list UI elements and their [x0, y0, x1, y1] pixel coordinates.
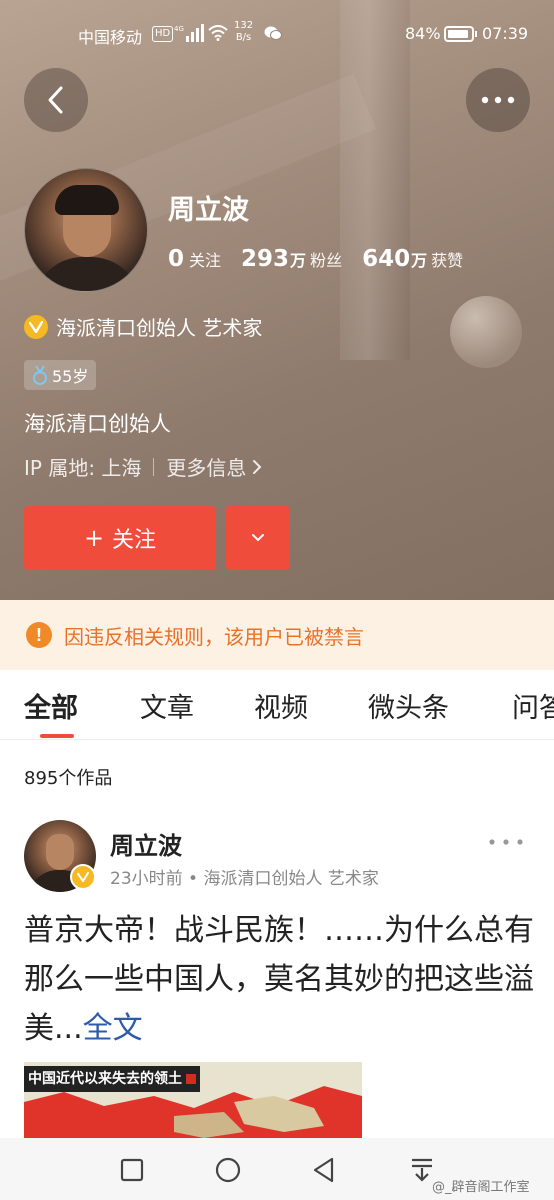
- image-title: 中国近代以来失去的领土: [24, 1066, 200, 1092]
- more-info-label: 更多信息: [166, 456, 247, 480]
- plus-icon: +: [83, 524, 105, 552]
- tab-micro-posts[interactable]: 微头条: [368, 686, 449, 725]
- ip-location-row: IP 属地: 上海 更多信息: [24, 452, 264, 481]
- more-dots-icon: [481, 96, 515, 104]
- chevron-right-icon: [253, 459, 262, 474]
- back-button[interactable]: [24, 68, 88, 132]
- carrier-label: 中国移动: [78, 28, 143, 47]
- watermark: @_辟音阁工作室: [432, 1180, 530, 1195]
- post-more-icon[interactable]: [486, 832, 526, 852]
- ban-notice-text: 因违反相关规则，该用户已被禁言: [64, 624, 364, 649]
- net-speed: 132 B/s: [234, 20, 253, 44]
- more-info-link[interactable]: 更多信息: [166, 452, 264, 481]
- post-meta: 23小时前 • 海派清口创始人 艺术家: [110, 869, 379, 889]
- age-text: 55岁: [52, 367, 89, 386]
- profile-bio: 海派清口创始人: [24, 412, 171, 436]
- stat-likes[interactable]: 640 万 获赞: [362, 246, 463, 272]
- signal-icon: 4G: [174, 24, 204, 42]
- battery-percent: 84%: [405, 24, 441, 43]
- follow-button[interactable]: + 关注: [24, 506, 216, 570]
- post-image[interactable]: 中国近代以来失去的领土: [24, 1062, 362, 1142]
- chevron-down-icon: [252, 534, 264, 542]
- post-text[interactable]: 普京大帝！战斗民族！……为什么总有那么一些中国人，莫名其妙的把这些溢美...全文: [24, 906, 534, 1053]
- more-options-button[interactable]: [466, 68, 530, 132]
- content-tabs: 全部 文章 视频 微头条 问答: [0, 670, 554, 740]
- stat-followers[interactable]: 293 万 粉丝: [241, 246, 342, 272]
- post-verified-icon: [70, 864, 96, 890]
- tab-articles[interactable]: 文章: [140, 686, 194, 725]
- tab-all[interactable]: 全部: [24, 686, 78, 725]
- divider: [153, 457, 155, 476]
- post-author-name[interactable]: 周立波: [110, 826, 182, 861]
- battery-icon: [444, 26, 477, 42]
- hd-badge: HD: [152, 26, 174, 42]
- background-beam: [340, 0, 410, 360]
- net-speed-unit: B/s: [235, 32, 252, 43]
- profile-stats: 0 关注 293 万 粉丝 640 万 获赞: [168, 246, 483, 272]
- wifi-icon: [208, 25, 228, 41]
- verified-icon: [24, 314, 48, 339]
- follow-dropdown-button[interactable]: [226, 506, 290, 570]
- tab-qa[interactable]: 问答: [512, 686, 554, 725]
- ip-location: IP 属地: 上海: [24, 456, 142, 480]
- home-icon[interactable]: [214, 1156, 242, 1184]
- profile-name: 周立波: [168, 195, 249, 226]
- chevron-left-icon: [48, 86, 63, 114]
- clock: 07:39: [482, 24, 529, 43]
- wechat-icon: [264, 26, 282, 40]
- tab-videos[interactable]: 视频: [254, 686, 308, 725]
- verification-row: 海派清口创始人 艺术家: [24, 312, 262, 341]
- ban-notice: ! 因违反相关规则，该用户已被禁言: [0, 600, 554, 670]
- age-tag: 55岁: [24, 360, 97, 390]
- stat-following[interactable]: 0 关注: [168, 246, 221, 272]
- full-text-link[interactable]: 全文: [83, 1011, 143, 1046]
- status-bar: 中国移动 HD 4G 132 B/s 84% 07:39: [0, 18, 554, 52]
- background-sphere: [450, 296, 522, 368]
- zodiac-icon: [33, 365, 47, 385]
- active-tab-indicator: [40, 734, 74, 738]
- net-speed-value: 132: [234, 20, 254, 31]
- works-count: 895个作品: [24, 768, 113, 789]
- svg-text:4G: 4G: [174, 25, 184, 33]
- follow-label: 关注: [112, 528, 157, 553]
- profile-avatar[interactable]: [24, 168, 148, 292]
- back-triangle-icon[interactable]: [310, 1156, 338, 1184]
- verification-text: 海派清口创始人 艺术家: [56, 316, 263, 340]
- recent-apps-icon[interactable]: [118, 1156, 146, 1184]
- exclamation-icon: !: [26, 622, 52, 648]
